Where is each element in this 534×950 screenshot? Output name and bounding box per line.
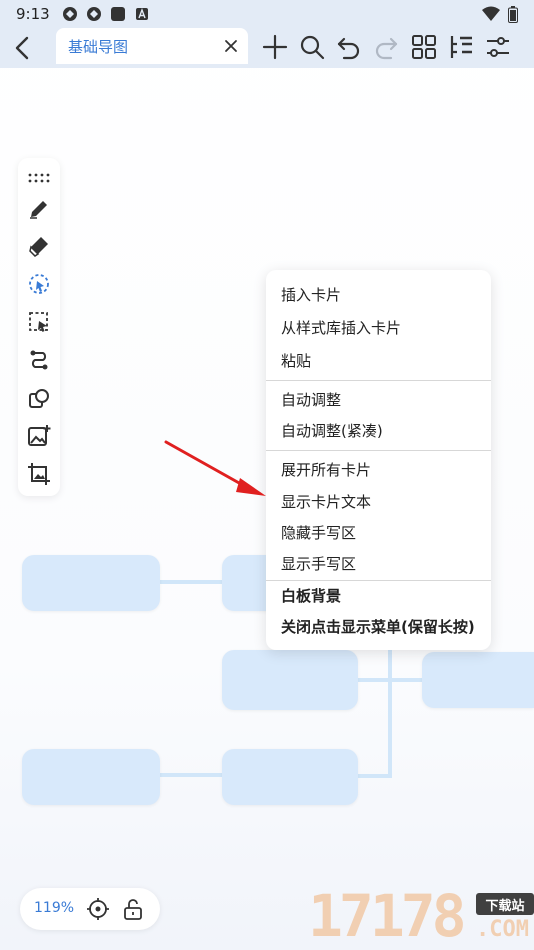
eraser-icon[interactable] — [27, 234, 51, 258]
top-toolbar: 基础导图 — [0, 28, 534, 68]
menu-item-auto-adjust[interactable]: 自动调整 — [281, 390, 341, 410]
redo-icon[interactable] — [372, 33, 400, 61]
document-tab[interactable]: 基础导图 — [56, 28, 248, 64]
drag-handle-icon[interactable] — [27, 166, 51, 190]
menu-item-auto-adjust-compact[interactable]: 自动调整(紧凑) — [281, 421, 383, 441]
menu-item-whiteboard-background[interactable]: 白板背景 — [281, 586, 341, 606]
connector — [160, 773, 222, 777]
connector — [160, 580, 222, 584]
image-frame-icon[interactable] — [27, 462, 51, 486]
lasso-select-icon[interactable] — [27, 272, 51, 296]
side-toolbar — [18, 158, 60, 496]
connector — [358, 774, 390, 778]
app-notification-icon-2 — [86, 7, 101, 21]
menu-item-show-card-text[interactable]: 显示卡片文本 — [281, 492, 371, 512]
zoom-controls: 119% — [20, 888, 160, 930]
square-notification-icon — [110, 7, 125, 21]
menu-item-show-handwriting[interactable]: 显示手写区 — [281, 554, 356, 574]
connector — [388, 650, 392, 778]
menu-item-insert-from-library[interactable]: 从样式库插入卡片 — [281, 318, 401, 338]
outline-tree-icon[interactable] — [447, 33, 475, 61]
settings-sliders-icon[interactable] — [484, 33, 512, 61]
menu-item-close-tap-menu[interactable]: 关闭点击显示菜单(保留长按) — [281, 617, 475, 637]
undo-icon[interactable] — [335, 33, 363, 61]
shapes-icon[interactable] — [27, 386, 51, 410]
zoom-level[interactable]: 119% — [34, 900, 74, 916]
menu-item-expand-all[interactable]: 展开所有卡片 — [281, 460, 371, 480]
connector-tool-icon[interactable] — [27, 348, 51, 372]
wifi-icon — [482, 6, 500, 21]
unlock-icon[interactable] — [122, 897, 144, 921]
app-notification-icon — [62, 7, 77, 21]
mindmap-card[interactable] — [422, 652, 534, 708]
status-time: 9:13 — [16, 5, 50, 23]
menu-item-hide-handwriting[interactable]: 隐藏手写区 — [281, 523, 356, 543]
menu-item-insert-card[interactable]: 插入卡片 — [281, 285, 341, 305]
site-watermark: 17178 下载站 .COM — [308, 885, 534, 950]
watermark-suffix: .COM — [476, 917, 529, 942]
mindmap-card[interactable] — [222, 650, 358, 710]
menu-divider — [266, 380, 491, 381]
a-notification-icon — [135, 8, 148, 20]
battery-icon — [508, 6, 518, 23]
context-menu: 插入卡片 从样式库插入卡片 粘贴 自动调整 自动调整(紧凑) 展开所有卡片 显示… — [266, 270, 491, 650]
status-bar: 9:13 — [0, 0, 534, 28]
watermark-digits: 17178 — [308, 882, 467, 950]
menu-divider — [266, 450, 491, 451]
mindmap-card[interactable] — [22, 555, 160, 611]
add-icon[interactable] — [261, 33, 289, 61]
crosshair-icon[interactable] — [86, 897, 110, 921]
search-icon[interactable] — [298, 33, 326, 61]
mindmap-card[interactable] — [22, 749, 160, 805]
rect-select-icon[interactable] — [27, 310, 51, 334]
menu-item-paste[interactable]: 粘贴 — [281, 351, 311, 371]
close-icon[interactable] — [222, 37, 240, 55]
pen-icon[interactable] — [27, 197, 51, 221]
menu-divider — [266, 580, 491, 581]
red-arrow-annotation — [164, 440, 266, 496]
back-icon[interactable] — [10, 34, 36, 62]
watermark-badge: 下载站 — [476, 893, 534, 915]
tab-title: 基础导图 — [68, 37, 129, 56]
mindmap-card[interactable] — [222, 749, 358, 805]
insert-image-icon[interactable] — [27, 424, 51, 448]
grid-layout-icon[interactable] — [410, 33, 438, 61]
